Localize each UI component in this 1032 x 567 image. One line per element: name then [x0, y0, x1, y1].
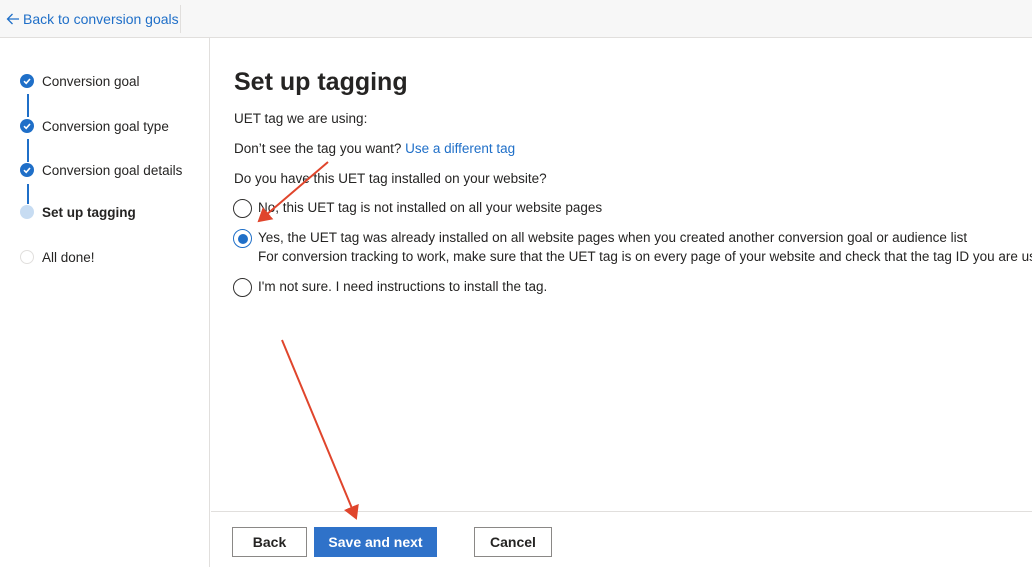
option-sublabel: For conversion tracking to work, make su… [258, 249, 1032, 264]
page-title: Set up tagging [234, 68, 408, 96]
radio-not-installed[interactable] [233, 199, 252, 218]
back-link-label: Back to conversion goals [23, 11, 179, 27]
top-bar: Back to conversion goals [0, 0, 1032, 38]
step-label: Set up tagging [42, 204, 136, 220]
step-set-up-tagging[interactable]: Set up tagging [20, 202, 205, 222]
radio-not-sure[interactable] [233, 278, 252, 297]
step-label: Conversion goal [42, 73, 140, 89]
progress-sidebar: Conversion goal Conversion goal type Con… [0, 38, 210, 567]
option-label: No, this UET tag is not installed on all… [258, 200, 603, 215]
step-connector [27, 139, 29, 162]
current-step-dot-icon [20, 205, 34, 219]
step-conversion-goal-type[interactable]: Conversion goal type [20, 116, 205, 136]
tag-help-line: Don’t see the tag you want? Use a differ… [234, 141, 515, 156]
option-text-block: Yes, the UET tag was already installed o… [258, 229, 1032, 266]
option-label: I'm not sure. I need instructions to ins… [258, 279, 548, 294]
cancel-button[interactable]: Cancel [474, 527, 552, 557]
step-label: Conversion goal details [42, 162, 183, 178]
step-label: Conversion goal type [42, 118, 169, 134]
option-not-sure[interactable]: I'm not sure. I need instructions to ins… [233, 278, 547, 297]
use-different-tag-link[interactable]: Use a different tag [405, 141, 515, 156]
step-conversion-goal[interactable]: Conversion goal [20, 71, 205, 91]
step-connector [27, 184, 29, 204]
back-button[interactable]: Back [232, 527, 307, 557]
arrow-left-icon [6, 12, 20, 26]
step-conversion-goal-details[interactable]: Conversion goal details [20, 160, 205, 180]
main-content: Set up tagging UET tag we are using: Don… [211, 38, 1032, 512]
radio-selected-dot [237, 233, 248, 244]
footer-bar: Back Save and next Cancel [211, 511, 1032, 567]
topbar-divider [180, 5, 181, 33]
pending-step-dot-icon [20, 250, 34, 264]
dont-see-tag-text: Don’t see the tag you want? [234, 141, 402, 156]
radio-already-installed[interactable] [233, 229, 252, 248]
option-already-installed[interactable]: Yes, the UET tag was already installed o… [233, 229, 1032, 266]
checkmark-icon [20, 163, 34, 177]
save-and-next-button[interactable]: Save and next [314, 527, 437, 557]
option-not-installed[interactable]: No, this UET tag is not installed on all… [233, 199, 602, 218]
step-all-done: All done! [20, 247, 205, 267]
back-to-conversion-goals-link[interactable]: Back to conversion goals [6, 9, 179, 29]
step-label: All done! [42, 249, 95, 265]
checkmark-icon [20, 119, 34, 133]
uet-tag-label: UET tag we are using: [234, 111, 368, 126]
step-connector [27, 94, 29, 117]
checkmark-icon [20, 74, 34, 88]
install-question: Do you have this UET tag installed on yo… [234, 171, 547, 186]
option-label: Yes, the UET tag was already installed o… [258, 230, 968, 245]
